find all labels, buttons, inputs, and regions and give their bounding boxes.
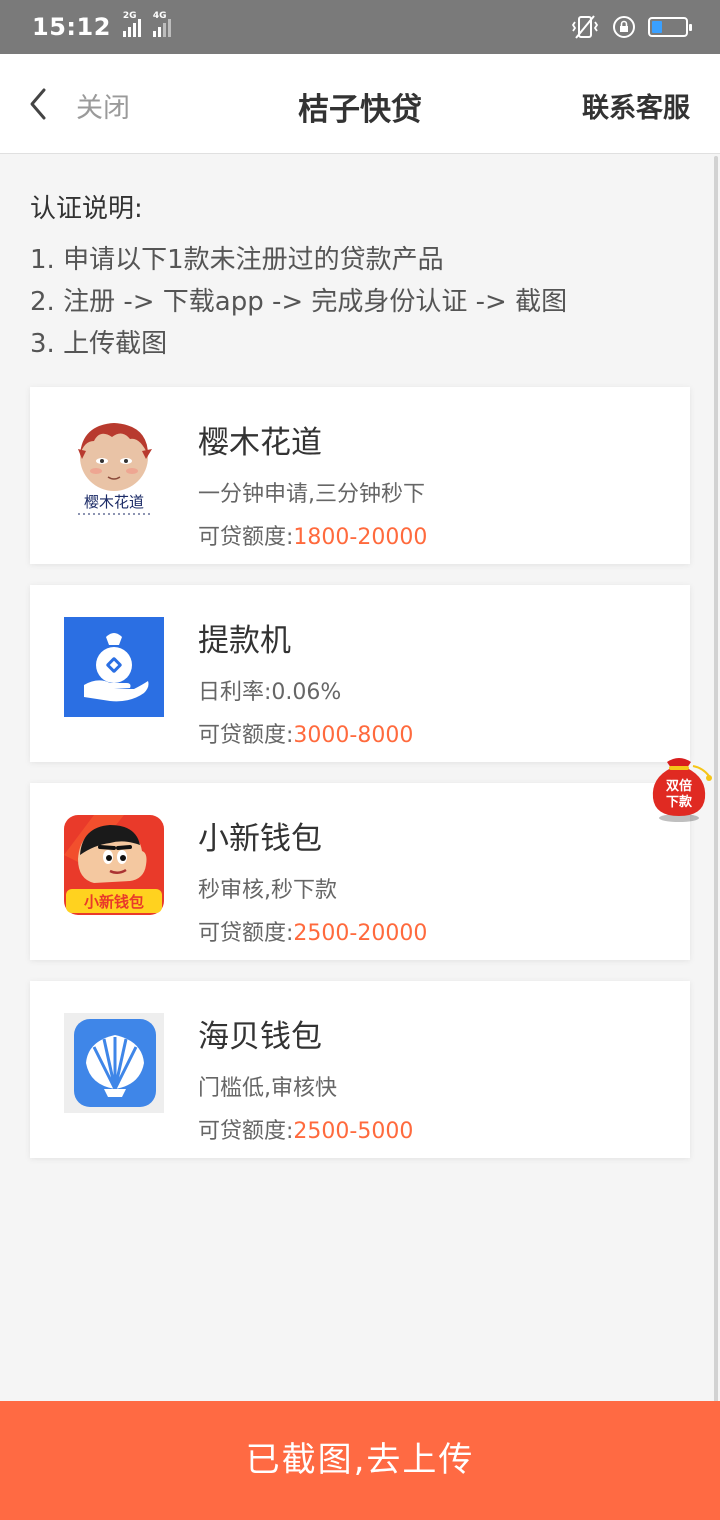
sim1-label: 2G [122, 11, 137, 21]
battery-fill [652, 21, 662, 33]
product-limit: 可贷额度:3000-8000 [198, 717, 413, 749]
contact-service-button[interactable]: 联系客服 [582, 86, 690, 125]
limit-label: 可贷额度: [198, 525, 294, 550]
product-desc: 日利率:0.06% [198, 680, 342, 705]
xiaoxin-logo-icon: 小新钱包 [64, 815, 164, 915]
yingmu-logo-text: 樱木花道 [84, 493, 144, 511]
seashell-icon [64, 1013, 164, 1113]
instruction-line: 1. 申请以下1款未注册过的贷款产品 [30, 245, 444, 275]
limit-value: 2500-5000 [293, 1119, 414, 1144]
badge-line2: 下款 [666, 794, 693, 810]
nav-bar: 关闭 桔子快贷 联系客服 [0, 54, 720, 154]
battery-icon [648, 17, 692, 37]
sim2-label: 4G [152, 11, 167, 21]
product-desc: 秒审核,秒下款 [198, 878, 337, 903]
limit-label: 可贷额度: [198, 723, 294, 748]
product-card-yingmu[interactable]: 樱木花道 樱木花道 一分钟申请,三分钟秒下 可贷额度:1800-20000 [30, 387, 690, 564]
product-name: 樱木花道 [198, 425, 322, 461]
limit-value: 3000-8000 [293, 723, 414, 748]
lucky-bag-icon[interactable]: 双倍 下款 [645, 752, 717, 824]
product-desc: 一分钟申请,三分钟秒下 [198, 482, 425, 507]
limit-value: 1800-20000 [293, 525, 428, 550]
money-bag-hand-icon [64, 617, 164, 717]
product-card-haibei[interactable]: 海贝钱包 门槛低,审核快 可贷额度:2500-5000 [30, 981, 690, 1158]
instructions: 认证说明: 1. 申请以下1款未注册过的贷款产品 2. 注册 -> 下载app … [30, 188, 690, 365]
instruction-line: 3. 上传截图 [30, 329, 168, 359]
rotation-lock-icon [613, 16, 635, 38]
product-limit: 可贷额度:2500-20000 [198, 915, 427, 947]
product-desc: 门槛低,审核快 [198, 1076, 337, 1101]
product-card-xiaoxin[interactable]: 小新钱包 小新钱包 秒审核,秒下款 可贷额度:2500-20000 [30, 783, 690, 960]
product-limit: 可贷额度:2500-5000 [198, 1113, 413, 1145]
chevron-left-icon[interactable] [24, 82, 64, 126]
product-name: 海贝钱包 [198, 1019, 322, 1055]
limit-label: 可贷额度: [198, 921, 294, 946]
instruction-line: 2. 注册 -> 下载app -> 完成身份认证 -> 截图 [30, 287, 568, 317]
badge-line1: 双倍 [666, 778, 692, 794]
upload-button-label: 已截图,去上传 [245, 1440, 475, 1480]
status-left: 15:12 2G 4G [32, 11, 171, 41]
status-bar: 15:12 2G 4G [0, 0, 720, 54]
vibrate-icon [571, 15, 599, 39]
xiaoxin-logo-text: 小新钱包 [84, 893, 144, 911]
product-list: 樱木花道 樱木花道 一分钟申请,三分钟秒下 可贷额度:1800-20000 提款… [30, 387, 690, 1179]
status-time: 15:12 [32, 13, 111, 41]
limit-label: 可贷额度: [198, 1119, 294, 1144]
product-limit: 可贷额度:1800-20000 [198, 519, 427, 551]
upload-screenshot-button[interactable]: 已截图,去上传 [0, 1401, 720, 1520]
signal-icon-sim1: 2G [122, 11, 141, 37]
yingmu-logo-icon: 樱木花道 [64, 419, 164, 519]
status-right [570, 14, 692, 40]
signal-icon-sim2: 4G [152, 11, 171, 37]
instructions-title: 认证说明: [30, 194, 143, 224]
product-card-tikuanji[interactable]: 提款机 日利率:0.06% 可贷额度:3000-8000 [30, 585, 690, 762]
product-name: 小新钱包 [198, 821, 322, 857]
limit-value: 2500-20000 [293, 921, 428, 946]
close-button[interactable]: 关闭 [76, 86, 130, 125]
product-name: 提款机 [198, 623, 291, 659]
